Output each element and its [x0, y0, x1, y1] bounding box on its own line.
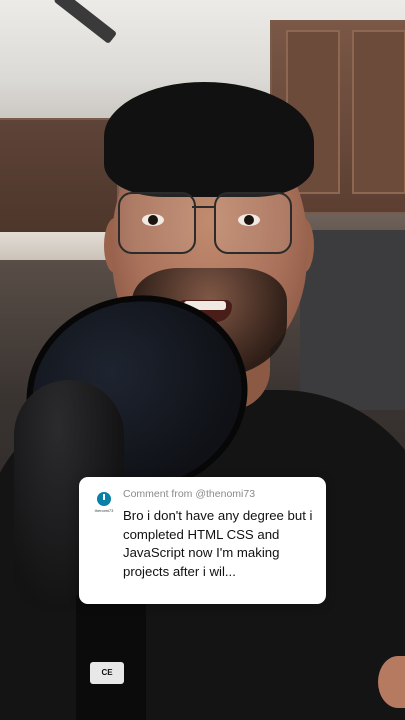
comment-author-line[interactable]: Comment from @thenomi73	[123, 488, 255, 500]
wall-section	[300, 230, 405, 410]
microphone-body	[76, 590, 146, 720]
comment-text: Bro i don't have any degree but i comple…	[123, 508, 313, 579]
video-frame: CE thenomi73 Comment from @thenomi73 Bro…	[0, 0, 405, 720]
person-eye-left	[142, 214, 164, 226]
cabinet-panel	[352, 30, 405, 194]
glasses	[112, 192, 302, 262]
person-hair	[104, 82, 314, 197]
power-icon	[97, 492, 111, 506]
glasses-bridge	[192, 206, 216, 208]
microphone-badge: CE	[90, 662, 124, 684]
avatar-caption: thenomi73	[94, 508, 114, 513]
person-eye-right	[238, 214, 260, 226]
commenter-avatar[interactable]	[94, 489, 114, 509]
comment-reply-sticker[interactable]: thenomi73 Comment from @thenomi73 Bro i …	[79, 477, 326, 604]
